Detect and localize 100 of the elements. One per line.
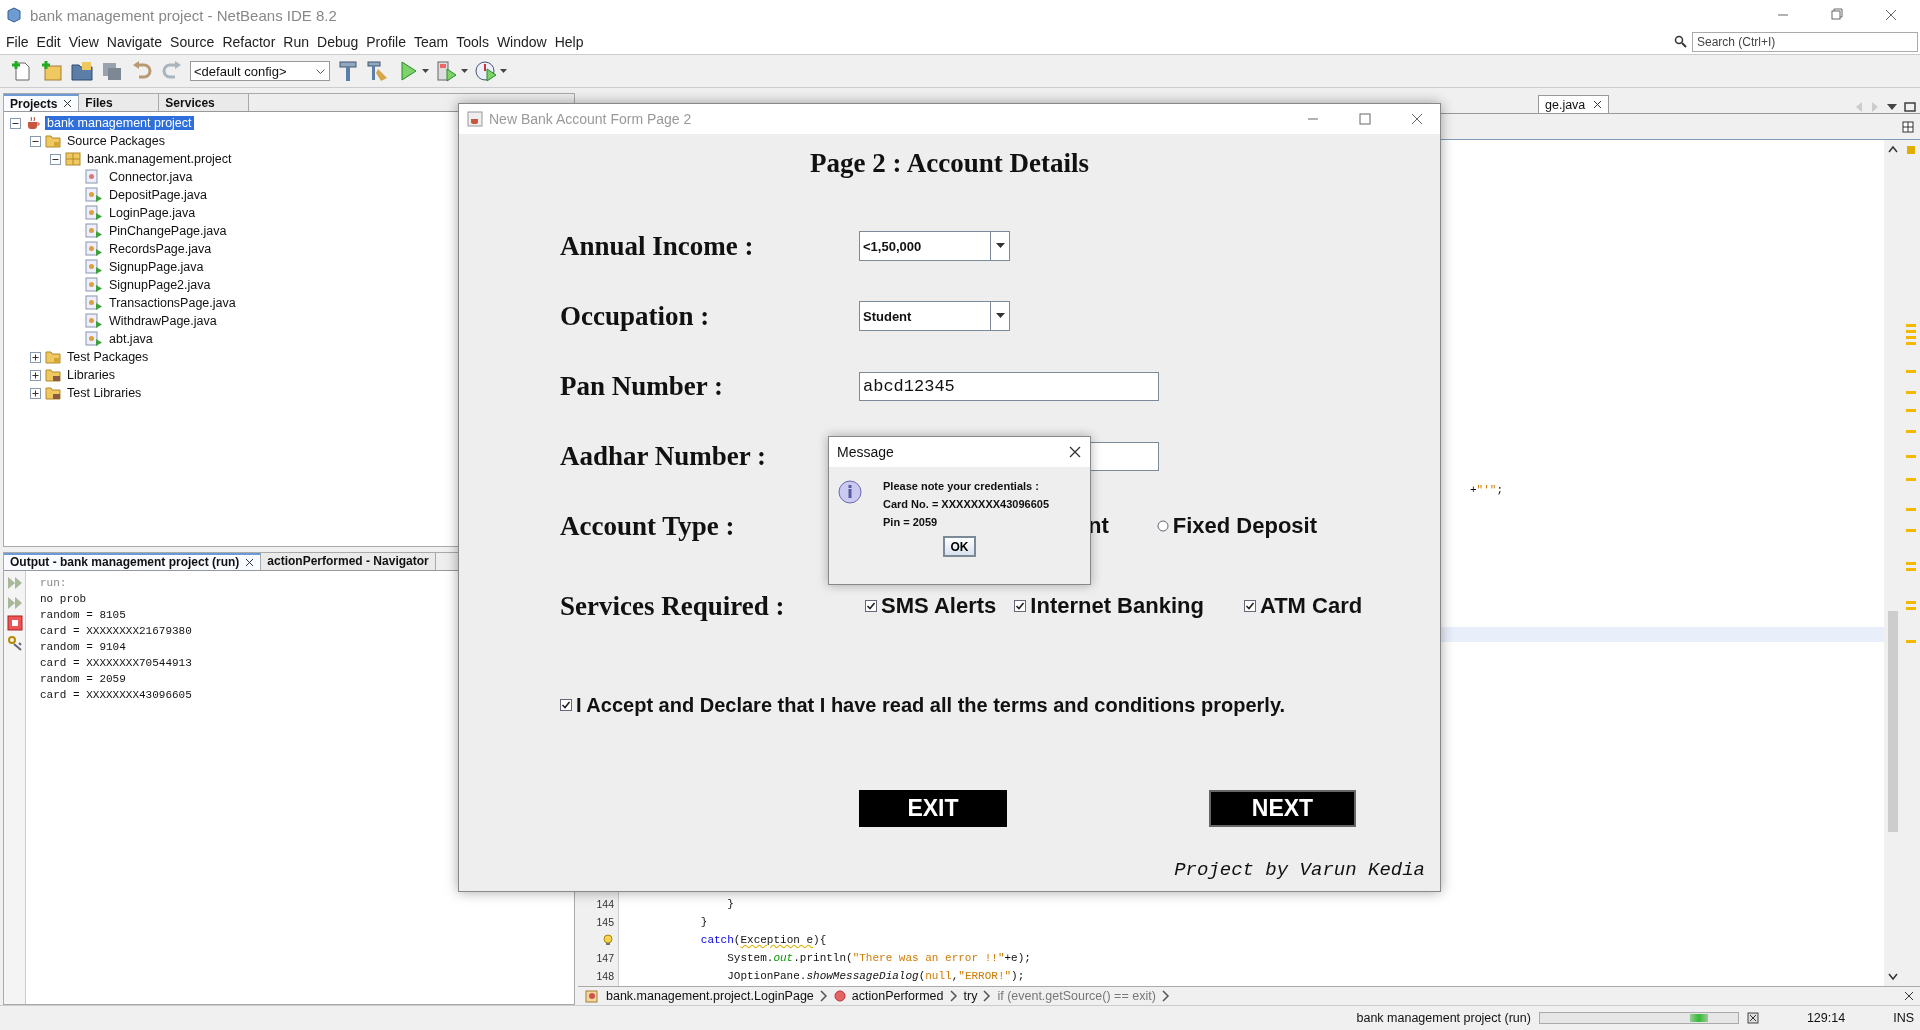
tree-item[interactable]: Connector.java	[107, 170, 195, 184]
tree-item[interactable]: LoginPage.java	[107, 206, 198, 220]
settings-icon[interactable]	[6, 634, 23, 651]
checkbox-label[interactable]: I Accept and Declare that I have read all the terms and conditions properly.	[576, 693, 1286, 717]
profile-icon[interactable]	[474, 59, 498, 83]
menu-item[interactable]: Debug	[313, 34, 363, 50]
chevron-icon	[1161, 990, 1170, 1002]
code-line: }	[699, 916, 708, 928]
caret-icon[interactable]	[461, 68, 468, 74]
collapse-icon[interactable]	[30, 135, 41, 147]
search-field[interactable]: Search (Ctrl+I)	[1692, 32, 1918, 52]
panel-tab[interactable]: actionPerformed - Navigator	[261, 552, 436, 570]
tree-item[interactable]: WithdrawPage.java	[107, 314, 219, 328]
credit-text: Project by Varun Kedia	[1173, 859, 1425, 881]
collapse-icon[interactable]	[10, 117, 21, 129]
tree-item[interactable]: bank management project	[45, 116, 194, 130]
cancel-icon[interactable]	[1746, 1012, 1759, 1024]
menu-item[interactable]: Help	[550, 34, 588, 50]
checkbox-label[interactable]: SMS Alerts	[881, 593, 997, 619]
chevron-icon	[949, 990, 958, 1002]
radio-label[interactable]: Fixed Deposit	[1172, 513, 1317, 539]
checkbox-label[interactable]: ATM Card	[1259, 593, 1363, 619]
tree-item[interactable]: SignupPage.java	[107, 260, 206, 274]
radio-button[interactable]	[1156, 520, 1169, 532]
close-icon[interactable]	[1593, 100, 1603, 109]
tree-item[interactable]: Libraries	[65, 368, 117, 382]
menu-item[interactable]: View	[64, 34, 103, 50]
menu-item[interactable]: Profile	[362, 34, 410, 50]
warning-marker[interactable]	[1907, 146, 1915, 154]
package-icon	[65, 151, 81, 167]
cursor-position: 129:14	[1805, 1011, 1847, 1025]
text-field[interactable]: abcd12345	[859, 371, 1159, 401]
dropdown[interactable]: <1,50,000	[859, 231, 1010, 261]
panel-tab[interactable]: Services	[159, 94, 250, 111]
folder-icon[interactable]	[70, 59, 94, 83]
expand-icon[interactable]	[30, 369, 41, 381]
caret-icon[interactable]	[500, 68, 507, 74]
tree-item[interactable]: DepositPage.java	[107, 188, 209, 202]
hammer-icon[interactable]	[336, 59, 360, 83]
checkbox[interactable]	[1014, 600, 1027, 612]
close-icon[interactable]	[1068, 445, 1082, 459]
tree-item[interactable]: abt.java	[107, 332, 155, 346]
output-line: random = 8105	[40, 607, 127, 623]
tree-item[interactable]: Source Packages	[65, 134, 167, 148]
close-icon[interactable]	[1904, 991, 1914, 1001]
menu-item[interactable]: Team	[409, 34, 453, 50]
close-icon[interactable]	[245, 557, 255, 567]
form-button[interactable]: EXIT	[859, 790, 1007, 827]
checkbox[interactable]	[1243, 600, 1256, 612]
menu-item[interactable]: Source	[166, 34, 219, 50]
dropdown[interactable]: Student	[859, 301, 1010, 331]
line-number: 148	[595, 970, 615, 982]
breadcrumb[interactable]: actionPerformed	[851, 989, 944, 1003]
expand-icon[interactable]	[30, 387, 41, 399]
breadcrumb[interactable]: if (event.getSource() == exit)	[997, 989, 1156, 1003]
form-button[interactable]: NEXT	[1209, 790, 1356, 827]
scrollbar-thumb[interactable]	[1888, 611, 1898, 832]
ok-button[interactable]: OK	[943, 536, 976, 557]
tree-item[interactable]: TransactionsPage.java	[107, 296, 238, 310]
split-icon[interactable]	[1902, 120, 1914, 133]
menu-item[interactable]: Run	[279, 34, 313, 50]
panel-tab[interactable]: Output - bank management project (run)	[4, 552, 262, 570]
menu-item[interactable]: Edit	[32, 34, 65, 50]
checkbox-label[interactable]: Internet Banking	[1030, 593, 1204, 619]
panel-tab[interactable]: Files	[79, 94, 160, 111]
maximize-icon[interactable]	[1904, 101, 1916, 113]
expand-icon[interactable]	[30, 351, 41, 363]
stop-icon[interactable]	[6, 614, 23, 631]
output-line: run:	[40, 575, 68, 591]
tree-item[interactable]: bank.management.project	[85, 152, 234, 166]
tree-item[interactable]: SignupPage2.java	[107, 278, 213, 292]
tree-item[interactable]: Test Libraries	[65, 386, 144, 400]
menu-item[interactable]: File	[2, 34, 33, 50]
caret-icon[interactable]	[422, 68, 429, 74]
config-dropdown[interactable]: <default config>	[190, 61, 330, 81]
menu-item[interactable]: Refactor	[218, 34, 280, 50]
output-line: random = 2059	[40, 671, 127, 687]
scroll-down-icon[interactable]	[1887, 972, 1899, 982]
tree-item[interactable]: RecordsPage.java	[107, 242, 214, 256]
field-label: Services Required :	[560, 590, 786, 622]
collapse-icon[interactable]	[50, 153, 61, 165]
tree-item[interactable]: Test Packages	[65, 350, 151, 364]
close-icon[interactable]	[63, 99, 73, 108]
code-fragment: +"'";	[1469, 484, 1504, 496]
menu-item[interactable]: Navigate	[102, 34, 167, 50]
checkbox[interactable]	[560, 699, 572, 711]
menu-item[interactable]: Window	[492, 34, 551, 50]
tree-item[interactable]: PinChangePage.java	[107, 224, 229, 238]
folder-icon	[45, 349, 61, 365]
scroll-up-icon[interactable]	[1887, 144, 1899, 154]
panel-tab[interactable]: Projects	[4, 94, 80, 111]
menu-item[interactable]: Tools	[452, 34, 493, 50]
info-icon	[837, 479, 863, 505]
breadcrumb[interactable]: try	[963, 989, 978, 1003]
lightbulb-icon[interactable]	[602, 934, 614, 946]
new-project-icon[interactable]	[40, 59, 64, 83]
broom-hammer-icon[interactable]	[366, 59, 390, 83]
checkbox[interactable]	[865, 600, 877, 612]
editor-tab[interactable]: ge.java	[1538, 95, 1610, 113]
breadcrumb[interactable]: bank.management.project.LoginPage	[606, 989, 814, 1003]
